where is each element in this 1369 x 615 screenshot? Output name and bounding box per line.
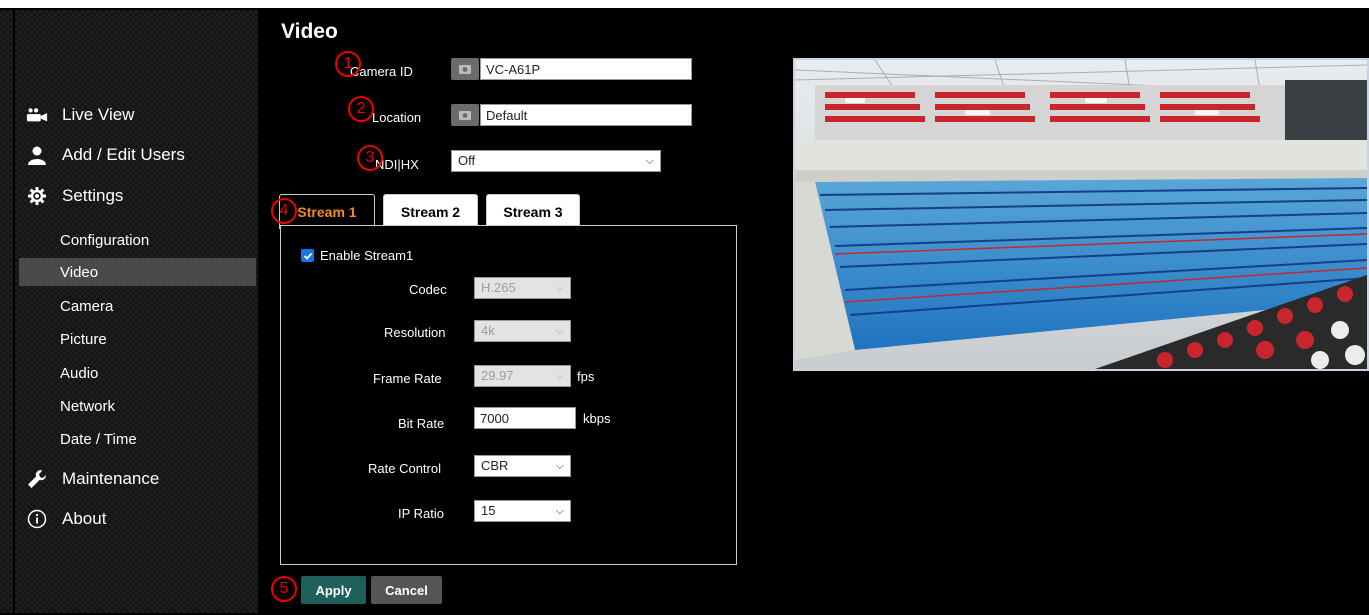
camera-id-input[interactable]: VC-A61P: [480, 58, 692, 80]
annotation-marker-3: 3: [357, 145, 383, 171]
annotation-marker-4: 4: [271, 198, 297, 224]
frame-rate-value: 29.97: [481, 368, 514, 383]
annotation-marker-5: 5: [271, 576, 297, 602]
resolution-label: Resolution: [384, 325, 446, 340]
sidebar-item-camera[interactable]: Camera: [60, 298, 113, 315]
page-title: Video: [281, 20, 338, 43]
resolution-value: 4k: [481, 323, 495, 338]
annotation-marker-1: 1: [335, 51, 361, 77]
chevron-down-icon: ⌵: [555, 370, 564, 382]
frame-rate-unit: fps: [577, 369, 595, 384]
rate-control-select[interactable]: CBR ⌵: [474, 455, 571, 477]
location-label: Location: [372, 110, 422, 125]
sidebar-item-audio[interactable]: Audio: [60, 365, 98, 382]
bit-rate-unit: kbps: [583, 411, 611, 426]
sidebar-item-picture[interactable]: Picture: [60, 331, 107, 348]
sidebar-item-label: Live View: [62, 105, 135, 124]
sidebar-item-date-time[interactable]: Date / Time: [60, 431, 137, 448]
ip-ratio-select[interactable]: 15 ⌵: [474, 500, 571, 522]
codec-value: H.265: [481, 280, 516, 295]
apply-button[interactable]: Apply: [301, 576, 366, 604]
frame-rate-label: Frame Rate: [373, 371, 442, 386]
ndi-select-value: Off: [458, 153, 476, 168]
enable-stream-label: Enable Stream1: [320, 248, 414, 263]
sidebar-item-maintenance[interactable]: Maintenance: [26, 468, 159, 490]
location-input[interactable]: Default: [480, 104, 692, 126]
rate-control-value: CBR: [481, 458, 509, 473]
sidebar-edge: [13, 10, 15, 613]
info-icon: [26, 508, 48, 530]
frame-rate-select[interactable]: 29.97 ⌵: [474, 365, 571, 387]
sidebar-item-network[interactable]: Network: [60, 398, 115, 415]
wrench-icon: [26, 468, 48, 490]
live-preview-image: [793, 58, 1369, 371]
bit-rate-label: Bit Rate: [398, 416, 445, 431]
sidebar-item-about[interactable]: About: [26, 508, 106, 530]
sidebar-item-live-view[interactable]: Live View: [26, 104, 134, 126]
user-icon: [26, 144, 48, 166]
resolution-select[interactable]: 4k ⌵: [474, 320, 571, 342]
codec-select[interactable]: H.265 ⌵: [474, 277, 571, 299]
sidebar-item-label: Settings: [62, 186, 124, 205]
annotation-marker-2: 2: [348, 96, 374, 122]
tab-stream-2[interactable]: Stream 2: [383, 194, 478, 229]
gear-icon: [26, 185, 48, 207]
sidebar-item-label: About: [62, 509, 107, 528]
ip-ratio-label: IP Ratio: [398, 506, 445, 521]
sidebar-item-label: Maintenance: [62, 469, 160, 488]
chevron-down-icon: ⌵: [555, 505, 564, 517]
chevron-down-icon: ⌵: [645, 155, 654, 167]
cancel-button[interactable]: Cancel: [371, 576, 442, 604]
camera-icon[interactable]: [451, 104, 479, 126]
chevron-down-icon: ⌵: [555, 460, 564, 472]
chevron-down-icon: ⌵: [555, 282, 564, 294]
codec-label: Codec: [409, 282, 447, 297]
tab-stream-3[interactable]: Stream 3: [486, 194, 580, 229]
sidebar-active-highlight: [19, 258, 256, 286]
camera-icon[interactable]: [451, 58, 479, 80]
people-camera-icon: [26, 104, 48, 126]
sidebar-item-configuration[interactable]: Configuration: [60, 232, 149, 249]
bit-rate-input[interactable]: 7000: [474, 407, 576, 429]
chevron-down-icon: ⌵: [555, 325, 564, 337]
rate-control-label: Rate Control: [368, 461, 441, 476]
ip-ratio-value: 15: [481, 503, 496, 518]
sidebar-item-settings[interactable]: Settings: [26, 185, 123, 207]
sidebar-item-label: Add / Edit Users: [62, 145, 185, 164]
ndi-select[interactable]: Off ⌵: [451, 150, 661, 172]
sidebar-item-video[interactable]: Video: [60, 264, 98, 281]
sidebar-item-add-edit-users[interactable]: Add / Edit Users: [26, 144, 185, 166]
enable-stream-checkbox[interactable]: [301, 249, 314, 262]
